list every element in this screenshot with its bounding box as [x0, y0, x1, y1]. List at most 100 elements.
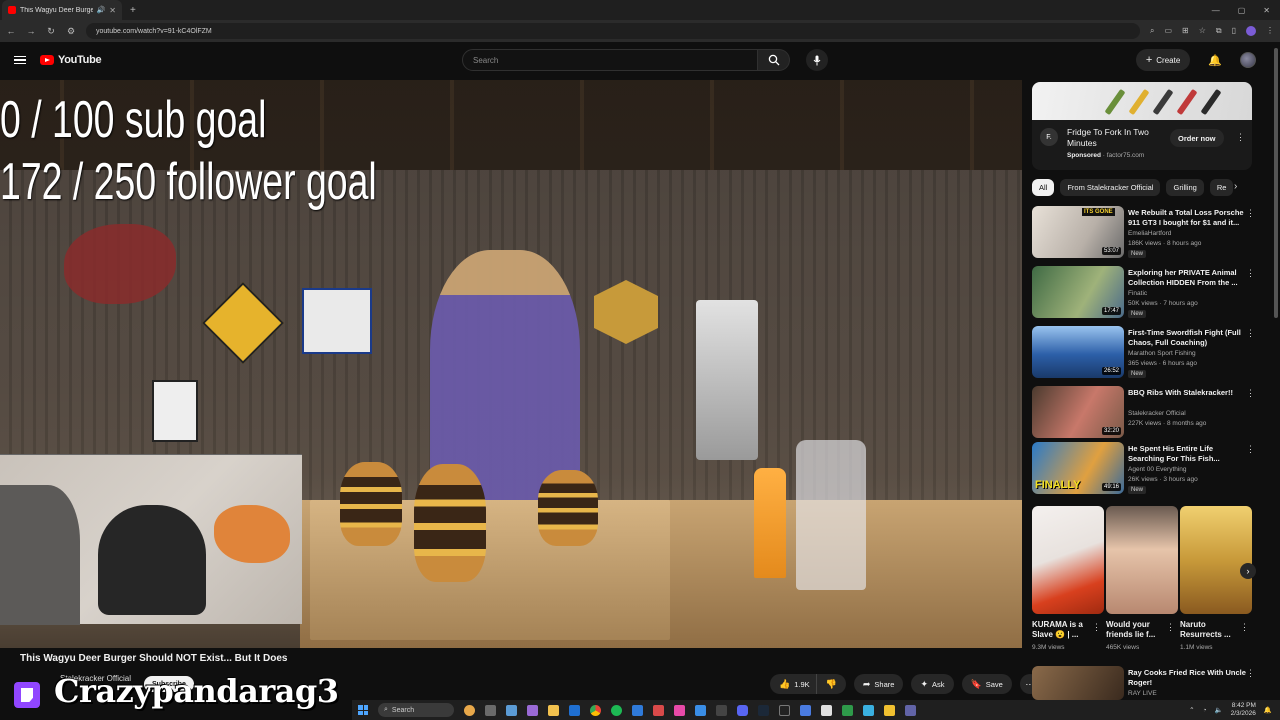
short-thumbnail[interactable] [1032, 506, 1104, 614]
profile-avatar[interactable] [1246, 26, 1256, 36]
ask-button[interactable]: ✦ Ask [911, 674, 954, 694]
video-thumbnail[interactable]: FINALLY 49:16 [1032, 442, 1124, 494]
search-button[interactable] [758, 49, 790, 71]
taskbar-app-icon[interactable] [716, 704, 727, 716]
video-more-icon[interactable]: ⋮ [1246, 208, 1255, 219]
short-more-icon[interactable]: ⋮ [1092, 622, 1101, 633]
translate-icon[interactable]: ⊞ [1182, 26, 1189, 36]
account-avatar[interactable] [1240, 52, 1256, 68]
chip-related[interactable]: Re [1209, 178, 1234, 196]
cast-icon[interactable]: ▭ [1164, 26, 1172, 36]
spotify-icon[interactable] [611, 704, 622, 716]
share-button[interactable]: ➦ Share [853, 674, 904, 694]
taskbar-app-icon[interactable] [527, 704, 538, 716]
close-window-icon[interactable]: ✕ [1263, 6, 1270, 15]
like-button[interactable]: 👍 1.9K [770, 674, 816, 694]
create-button[interactable]: + Create [1135, 49, 1191, 71]
logo-text: YouTube [58, 54, 102, 66]
taskbar-app-icon[interactable] [569, 704, 580, 716]
sponsored-ad-card[interactable]: F. Fridge To Fork In Two Minutes Sponsor… [1032, 82, 1252, 170]
ad-order-now-button[interactable]: Order now [1170, 129, 1224, 147]
taskbar-app-icon[interactable] [863, 704, 874, 716]
ad-more-icon[interactable]: ⋮ [1236, 132, 1245, 143]
recommended-video[interactable]: 26:52 First-Time Swordfish Fight (Full C… [1032, 326, 1258, 378]
recommended-video[interactable]: 17:47 Exploring her PRIVATE Animal Colle… [1032, 266, 1258, 318]
url-field[interactable]: youtube.com/watch?v=91-kC4OlFZM [86, 23, 1140, 39]
taskbar-app-icon[interactable] [485, 704, 496, 716]
back-icon[interactable]: ← [6, 26, 16, 36]
recommended-video[interactable]: Ray Cooks Fried Rice With Uncle Roger! R… [1032, 666, 1258, 700]
tray-chevron-icon[interactable]: ⌃ [1189, 706, 1194, 714]
taskbar-app-icon[interactable] [653, 704, 664, 716]
notifications-bell-icon[interactable]: 🔔 [1208, 54, 1222, 67]
short-thumbnail[interactable] [1180, 506, 1252, 614]
video-more-icon[interactable]: ⋮ [1246, 388, 1255, 399]
video-more-icon[interactable]: ⋮ [1246, 444, 1255, 455]
chip-from-channel[interactable]: From Stalekracker Official [1060, 178, 1161, 196]
recommended-video[interactable]: 32:20 BBQ Ribs With Stalekracker!! Stale… [1032, 386, 1258, 438]
dislike-button[interactable]: 👎 [815, 674, 846, 694]
taskbar-search-icon: ⌕ [384, 706, 388, 713]
chip-grilling[interactable]: Grilling [1166, 178, 1204, 196]
hamburger-menu-icon[interactable] [14, 55, 26, 65]
video-thumbnail[interactable]: 32:20 [1032, 386, 1124, 438]
video-thumbnail[interactable]: ITS GONE 53:07 [1032, 206, 1124, 258]
streamer-webcam [0, 454, 302, 625]
taskbar-app-icon[interactable] [695, 704, 706, 716]
video-thumbnail[interactable]: 17:47 [1032, 266, 1124, 318]
chrome-icon[interactable] [590, 704, 601, 716]
recommended-video[interactable]: FINALLY 49:16 He Spent His Entire Life S… [1032, 442, 1258, 494]
shorts-next-button[interactable]: › [1240, 563, 1256, 579]
video-thumbnail[interactable]: 26:52 [1032, 326, 1124, 378]
close-tab-icon[interactable]: ✕ [109, 6, 116, 15]
bookmark-star-icon[interactable]: ☆ [1199, 26, 1206, 36]
notifications-icon[interactable]: 🔔 [1264, 706, 1272, 714]
volume-icon[interactable]: 🔈 [1215, 706, 1223, 714]
browser-menu-icon[interactable]: ⋮ [1266, 26, 1274, 36]
taskbar-app-icon[interactable] [842, 704, 853, 716]
taskbar-clock[interactable]: 8:42 PM 2/3/2026 [1231, 702, 1256, 718]
taskbar-app-icon[interactable] [821, 704, 832, 716]
chips-next-chevron-icon[interactable]: › [1234, 181, 1237, 192]
discord-icon[interactable] [737, 704, 748, 716]
speaker-icon[interactable]: 🔊 [97, 6, 106, 14]
new-tab-button[interactable]: + [130, 5, 136, 16]
teams-icon[interactable] [905, 704, 916, 716]
video-player[interactable]: 0 / 100 sub goal 172 / 250 follower goal [0, 80, 1022, 648]
save-button[interactable]: 🔖 Save [961, 674, 1012, 694]
short-thumbnail[interactable] [1106, 506, 1178, 614]
steam-icon[interactable] [758, 704, 769, 716]
taskbar-app-icon[interactable] [548, 704, 559, 716]
video-more-icon[interactable]: ⋮ [1246, 668, 1255, 679]
recommended-video[interactable]: ITS GONE 53:07 We Rebuilt a Total Loss P… [1032, 206, 1258, 258]
video-more-icon[interactable]: ⋮ [1246, 328, 1255, 339]
site-info-icon[interactable]: ⚙ [66, 26, 76, 37]
chip-all[interactable]: All [1032, 178, 1055, 196]
youtube-logo[interactable]: YouTube [40, 54, 102, 66]
voice-search-button[interactable] [806, 49, 828, 71]
taskbar-app-icon[interactable] [506, 704, 517, 716]
taskbar-search[interactable]: ⌕ Search [378, 703, 454, 717]
zoom-icon[interactable]: ⌕ [1150, 26, 1154, 36]
taskbar-app-icon[interactable] [674, 704, 685, 716]
reload-icon[interactable]: ↻ [46, 26, 56, 37]
extensions-icon[interactable]: ⧉ [1216, 26, 1222, 36]
short-more-icon[interactable]: ⋮ [1240, 622, 1249, 633]
taskbar-app-icon[interactable] [464, 704, 475, 716]
video-thumbnail[interactable] [1032, 666, 1124, 700]
short-more-icon[interactable]: ⋮ [1166, 622, 1175, 633]
video-more-icon[interactable]: ⋮ [1246, 268, 1255, 279]
search-input[interactable] [462, 49, 758, 71]
taskbar-app-icon[interactable] [779, 704, 790, 716]
taskbar-app-icon[interactable] [632, 704, 643, 716]
wifi-icon[interactable]: ◔ [1203, 707, 1207, 714]
minimize-icon[interactable]: — [1212, 6, 1220, 15]
sidebar-icon[interactable]: ▯ [1232, 26, 1236, 36]
forward-icon[interactable]: → [26, 26, 36, 36]
page-scrollbar[interactable] [1274, 48, 1278, 318]
taskbar-app-icon[interactable] [800, 704, 811, 716]
taskbar-app-icon[interactable] [884, 704, 895, 716]
windows-start-icon[interactable] [358, 705, 368, 715]
maximize-icon[interactable]: ▢ [1238, 6, 1246, 15]
browser-tab[interactable]: This Wagyu Deer Burger Sh 🔊 ✕ [2, 0, 122, 20]
